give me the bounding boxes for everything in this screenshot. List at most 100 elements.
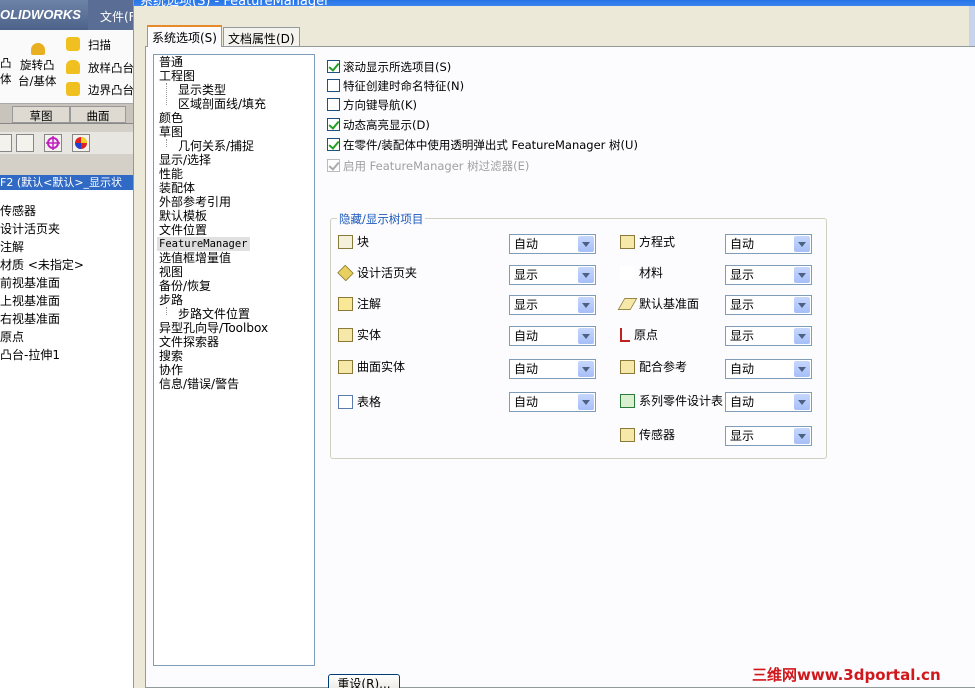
sensors-select[interactable]: 显示 (725, 426, 812, 446)
reset-button[interactable]: 重设(R)... (328, 674, 400, 688)
feature-manager-icon[interactable] (0, 134, 12, 152)
boundary-icon[interactable] (66, 82, 80, 96)
dialog-title-bar[interactable]: 系统选项(S) - FeatureManager (134, 0, 975, 9)
tree-item-annotations[interactable]: 注解 (0, 238, 133, 256)
tree-node-assemblies[interactable]: 装配体 (159, 181, 195, 195)
file-menu[interactable]: 文件(F (88, 0, 133, 30)
tab-surface[interactable]: 曲面 (70, 106, 126, 123)
tree-node-performance[interactable]: 性能 (159, 167, 183, 181)
tree-item-material[interactable]: 材质 <未指定> (0, 256, 133, 274)
dimxpert-icon[interactable] (44, 134, 62, 152)
chevron-down-icon[interactable] (578, 328, 594, 344)
chevron-down-icon[interactable] (794, 236, 810, 252)
scroll-selected-item-option[interactable]: 滚动显示所选项目(S) (327, 59, 451, 75)
chevron-down-icon[interactable] (794, 428, 810, 444)
tree-node-spin-box-increments[interactable]: 选值框增量值 (159, 251, 231, 265)
boundary-boss-button[interactable]: 边界凸台 (88, 83, 133, 97)
name-feature-on-creation-checkbox[interactable] (327, 79, 340, 92)
tables-select[interactable]: 自动 (509, 392, 596, 412)
extrude-label-partial[interactable]: 凸 (0, 56, 12, 70)
tab-document-properties[interactable]: 文档属性(D) (223, 27, 300, 47)
tree-item-boss-extrude1[interactable]: 凸台-拉伸1 (0, 346, 133, 364)
chevron-down-icon[interactable] (794, 394, 810, 410)
tree-node-external-references[interactable]: 外部参考引用 (159, 195, 231, 209)
tree-node-sketch[interactable]: 草图 (159, 125, 183, 139)
annotations-select[interactable]: 显示 (509, 295, 596, 315)
extrude-label-partial-2[interactable]: 体 (0, 72, 12, 86)
revolve-boss-button[interactable]: 旋转凸 (20, 58, 55, 72)
system-options-dialog: 系统选项(S) - FeatureManager 系统选项(S) 文档属性(D)… (133, 0, 975, 688)
blocks-select[interactable]: 自动 (509, 234, 596, 254)
tree-node-view[interactable]: 视图 (159, 265, 183, 279)
material-select[interactable]: 显示 (725, 265, 812, 285)
solid-bodies-select[interactable]: 自动 (509, 326, 596, 346)
dynamic-highlight-label: 动态高亮显示(D) (343, 118, 430, 132)
sweep-button[interactable]: 扫描 (88, 38, 111, 52)
loft-boss-button[interactable]: 放样凸台 (88, 61, 133, 75)
tree-node-relations-snaps[interactable]: 几何关系/捕捉 (178, 139, 254, 153)
arrow-key-navigation-checkbox[interactable] (327, 98, 340, 111)
design-binder-select[interactable]: 显示 (509, 265, 596, 285)
tree-node-file-locations[interactable]: 文件位置 (159, 223, 207, 237)
solid-bodies-value: 自动 (514, 329, 539, 343)
tree-node-display-selection[interactable]: 显示/选择 (159, 153, 211, 167)
surface-bodies-select[interactable]: 自动 (509, 359, 596, 379)
mate-references-select[interactable]: 自动 (725, 359, 812, 379)
sweep-icon[interactable] (66, 37, 80, 51)
tables-item: 表格 (338, 393, 381, 411)
tree-node-file-explorer[interactable]: 文件探索器 (159, 335, 219, 349)
tree-node-area-hatch[interactable]: 区域剖面线/填充 (178, 97, 266, 111)
tree-item-top-plane[interactable]: 上视基准面 (0, 292, 133, 310)
design-binder-item: 设计活页夹 (337, 264, 417, 282)
scroll-selected-item-checkbox[interactable] (327, 60, 340, 73)
revolve-boss-label-2[interactable]: 台/基体 (18, 74, 56, 88)
name-feature-on-creation-option[interactable]: 特征创建时命名特征(N) (327, 78, 464, 94)
tree-node-collaboration[interactable]: 协作 (159, 363, 183, 377)
options-category-tree[interactable]: 普通 工程图 显示类型 区域剖面线/填充 颜色 草图 几何关系/捕捉 显示/选择… (153, 54, 315, 666)
loft-icon[interactable] (66, 60, 80, 74)
tree-node-routing[interactable]: 步路 (159, 293, 183, 307)
tree-node-display-type[interactable]: 显示类型 (178, 83, 226, 97)
revolve-icon[interactable] (31, 43, 45, 55)
transparent-flyout-tree-option[interactable]: 在零件/装配体中使用透明弹出式 FeatureManager 树(U) (327, 137, 638, 153)
tree-item-sensors[interactable]: 传感器 (0, 202, 133, 220)
default-planes-select[interactable]: 显示 (725, 295, 812, 315)
tab-system-options[interactable]: 系统选项(S) (147, 25, 222, 47)
sensors-item: 传感器 (620, 426, 675, 444)
part-root-node[interactable]: F2 (默认<默认>_显示状 (0, 175, 133, 190)
property-manager-icon[interactable] (16, 134, 34, 152)
chevron-down-icon[interactable] (578, 297, 594, 313)
display-manager-icon[interactable] (72, 134, 90, 152)
tree-node-hole-wizard-toolbox[interactable]: 异型孔向导/Toolbox (159, 321, 268, 335)
chevron-down-icon[interactable] (578, 236, 594, 252)
dynamic-highlight-checkbox[interactable] (327, 118, 340, 131)
tree-item-right-plane[interactable]: 右视基准面 (0, 310, 133, 328)
tree-node-featuremanager[interactable]: FeatureManager (157, 237, 250, 251)
tree-node-messages-errors-warnings[interactable]: 信息/错误/警告 (159, 377, 239, 391)
tree-node-backup-recover[interactable]: 备份/恢复 (159, 279, 211, 293)
arrow-key-navigation-option[interactable]: 方向键导航(K) (327, 97, 417, 113)
chevron-down-icon[interactable] (794, 361, 810, 377)
chevron-down-icon[interactable] (578, 267, 594, 283)
transparent-flyout-tree-checkbox[interactable] (327, 138, 340, 151)
tree-node-routing-file-locations[interactable]: 步路文件位置 (178, 307, 250, 321)
tree-node-default-templates[interactable]: 默认模板 (159, 209, 207, 223)
dialog-title: 系统选项(S) - FeatureManager (140, 0, 330, 9)
chevron-down-icon[interactable] (794, 328, 810, 344)
tree-item-design-binder[interactable]: 设计活页夹 (0, 220, 133, 238)
tree-item-origin[interactable]: 原点 (0, 328, 133, 346)
chevron-down-icon[interactable] (578, 361, 594, 377)
dynamic-highlight-option[interactable]: 动态高亮显示(D) (327, 117, 430, 133)
origin-select[interactable]: 显示 (725, 326, 812, 346)
chevron-down-icon[interactable] (794, 267, 810, 283)
equations-select[interactable]: 自动 (725, 234, 812, 254)
design-table-select[interactable]: 自动 (725, 392, 812, 412)
chevron-down-icon[interactable] (794, 297, 810, 313)
tree-node-drawings[interactable]: 工程图 (159, 69, 195, 83)
tree-node-search[interactable]: 搜索 (159, 349, 183, 363)
tree-item-front-plane[interactable]: 前视基准面 (0, 274, 133, 292)
tree-node-colors[interactable]: 颜色 (159, 111, 183, 125)
tab-sketch[interactable]: 草图 (12, 106, 70, 123)
chevron-down-icon[interactable] (578, 394, 594, 410)
tree-node-general[interactable]: 普通 (159, 55, 183, 69)
